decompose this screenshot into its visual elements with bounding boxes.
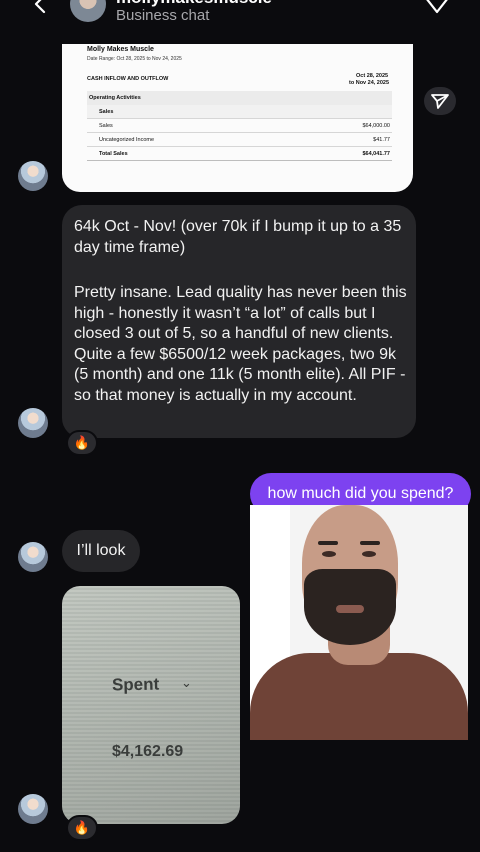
message-paragraph: Pretty insane. Lead quality has never be… <box>74 284 407 404</box>
sender-avatar[interactable] <box>18 542 48 572</box>
back-icon[interactable] <box>30 0 50 14</box>
report-section-title: CASH INFLOW AND OUTFLOW <box>87 76 169 82</box>
person-eye <box>362 551 376 557</box>
person-shirt <box>250 653 468 740</box>
photo-spent-amount: $4,162.69 <box>112 743 184 760</box>
report-row: Sales $64,000.00 <box>87 119 392 133</box>
incoming-message[interactable]: 64k Oct - Nov! (over 70k if I bump it up… <box>62 205 416 438</box>
report-row-amount: $41.77 <box>373 136 390 143</box>
face-cam-overlay <box>250 505 468 740</box>
chat-subtitle: Business chat <box>116 7 210 24</box>
fire-emoji-icon: 🔥 <box>73 435 91 450</box>
fire-reaction[interactable]: 🔥 <box>66 430 98 456</box>
person-brow <box>318 541 338 545</box>
spent-photo[interactable]: Spent ⌄ $4,162.69 <box>62 586 240 824</box>
report-row-amount: $64,041.77 <box>362 150 390 157</box>
info-icon[interactable] <box>424 0 450 16</box>
report-title: Molly Makes Muscle <box>87 46 154 53</box>
report-row: Total Sales $64,041.77 <box>87 147 392 161</box>
sender-avatar[interactable] <box>18 161 48 191</box>
person-eye <box>322 551 336 557</box>
report-row-label: Total Sales <box>99 150 128 157</box>
contact-avatar[interactable] <box>70 0 106 22</box>
report-row-label: Sales <box>99 108 114 115</box>
send-icon[interactable] <box>424 87 456 115</box>
sender-avatar[interactable] <box>18 794 48 824</box>
chevron-down-icon: ⌄ <box>181 675 192 690</box>
report-image[interactable]: Molly Makes Muscle Date Range: Oct 28, 2… <box>62 44 413 192</box>
report-row-label: Uncategorized Income <box>99 136 155 143</box>
report-row-label: Operating Activities <box>89 95 141 101</box>
photo-spent-label: Spent <box>111 674 160 695</box>
report-period-end: to Nov 24, 2025 <box>349 80 390 86</box>
report-row-label: Sales <box>99 122 113 129</box>
sender-avatar[interactable] <box>18 408 48 438</box>
fire-emoji-icon: 🔥 <box>73 820 91 835</box>
person-brow <box>360 541 380 545</box>
report-row: Uncategorized Income $41.77 <box>87 133 392 147</box>
fire-reaction[interactable]: 🔥 <box>66 815 98 841</box>
report-date-range: Date Range: Oct 28, 2025 to Nov 24, 2025 <box>87 56 182 62</box>
message-paragraph: 64k Oct - Nov! (over 70k if I bump it up… <box>74 218 402 256</box>
report-period-start: Oct 28, 2025 <box>356 73 389 79</box>
chat-header: mollymakesmuscle Business chat <box>0 0 480 40</box>
report-row: Sales <box>87 105 392 119</box>
report-row-amount: $64,000.00 <box>362 122 390 129</box>
report-row: Operating Activities <box>87 91 392 105</box>
person-mouth <box>336 605 364 613</box>
incoming-message[interactable]: I’ll look <box>62 530 140 572</box>
